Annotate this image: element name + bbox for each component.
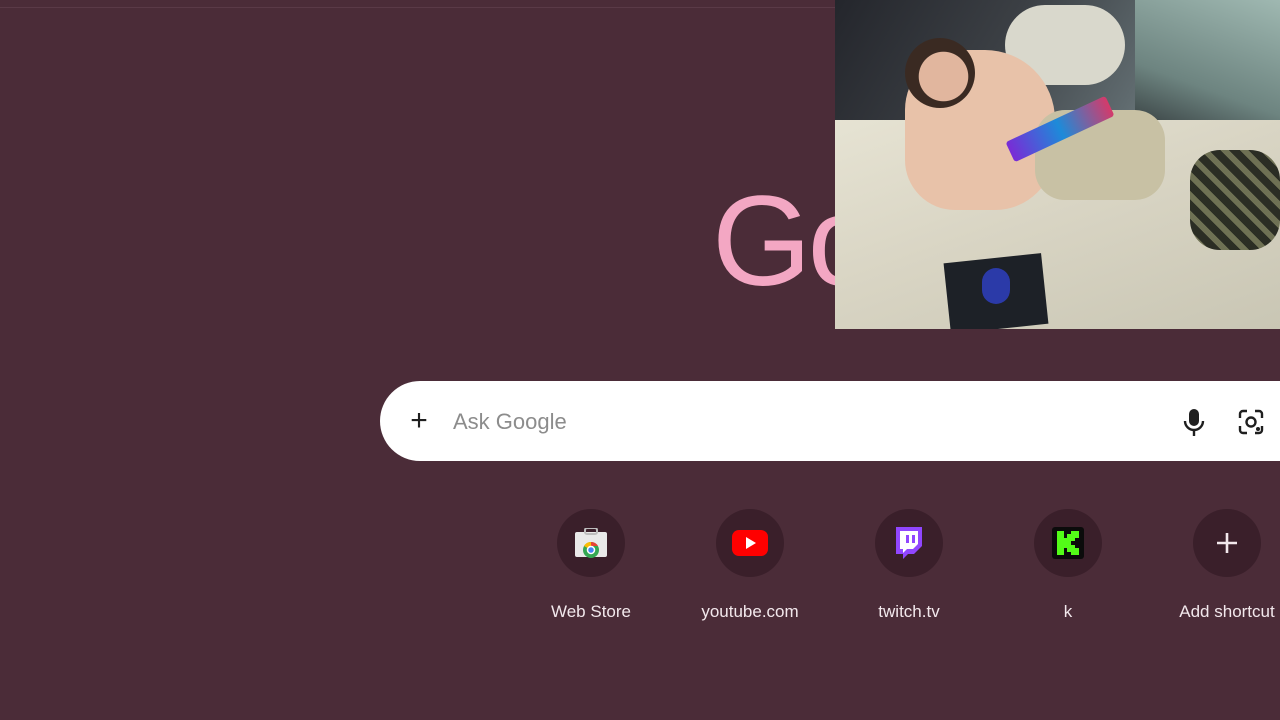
shortcut-web-store[interactable]: Web Store: [521, 509, 661, 629]
chrome-web-store-icon: [575, 528, 607, 558]
shortcut-kick[interactable]: k: [998, 509, 1138, 629]
shortcut-label: k: [1063, 602, 1073, 621]
kick-icon: [1052, 527, 1084, 559]
shortcut-twitch[interactable]: twitch.tv: [839, 509, 979, 629]
add-shortcut-button[interactable]: Add shortcut: [1157, 509, 1280, 629]
microphone-icon[interactable]: [1181, 407, 1207, 437]
shortcut-label: youtube.com: [701, 602, 799, 621]
search-input[interactable]: [453, 402, 1153, 442]
youtube-icon: [732, 530, 768, 556]
new-tab-page: Go + Ask Google Web Store youtube.com tw…: [0, 0, 1280, 720]
webcam-overlay: [835, 0, 1280, 329]
camera-lens-icon[interactable]: [1237, 408, 1265, 436]
plus-icon[interactable]: +: [405, 405, 433, 437]
shortcut-label: twitch.tv: [878, 602, 940, 621]
shortcut-label: Web Store: [550, 602, 631, 621]
shortcut-label: Add shortcut: [1179, 602, 1275, 621]
plus-icon: [1217, 533, 1237, 553]
twitch-icon: [896, 527, 922, 559]
shortcut-youtube[interactable]: youtube.com: [680, 509, 820, 629]
